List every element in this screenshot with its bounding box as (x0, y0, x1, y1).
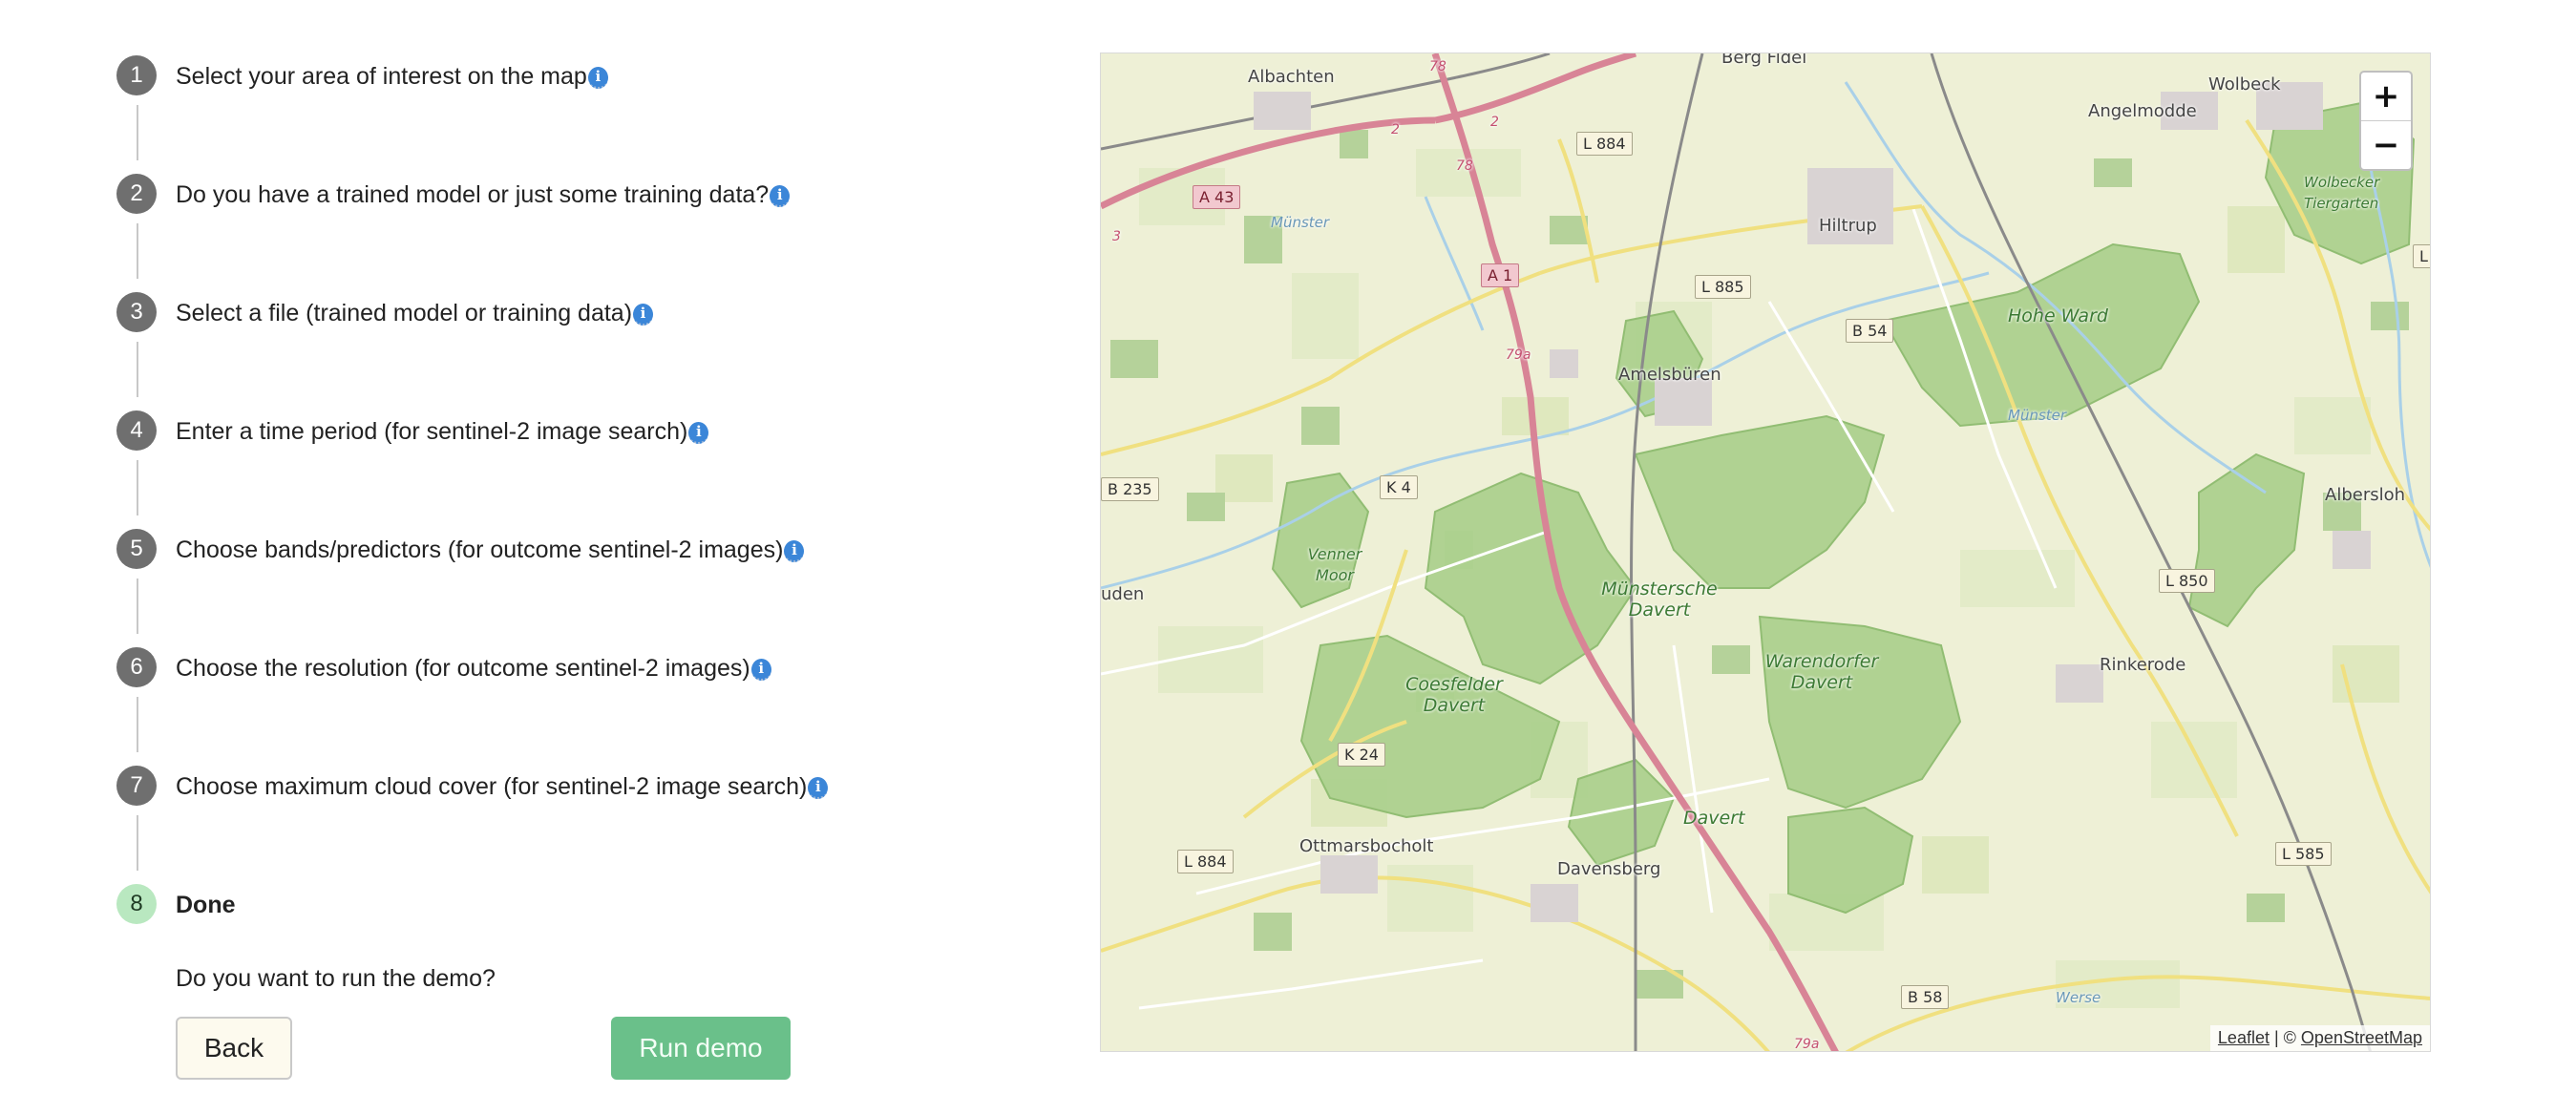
road-shield: L 885 (1695, 275, 1751, 299)
info-icon[interactable]: i (633, 304, 654, 326)
step-number: 4 (116, 410, 157, 451)
info-icon[interactable]: i (808, 777, 829, 799)
step-label: Done (176, 892, 236, 918)
junction-ref: 79a (1506, 347, 1531, 363)
map-forest-label: Davert (1683, 808, 1745, 829)
step-connector (137, 460, 138, 515)
junction-ref: 78 (1429, 59, 1446, 74)
map-place-label: Davensberg (1557, 859, 1661, 879)
junction-ref: 78 (1456, 158, 1473, 174)
info-icon[interactable]: i (688, 422, 709, 444)
map-forest-label: Hohe Ward (2008, 305, 2108, 326)
map[interactable]: Albachten Berg Fidel Wolbeck Angelmodde … (1100, 53, 2431, 1052)
step-number: 5 (116, 529, 157, 569)
map-forest-label: Münstersche Davert (1601, 579, 1718, 621)
step-number: 7 (116, 766, 157, 806)
road-shield: B 54 (1846, 319, 1894, 343)
zoom-out-button[interactable]: − (2361, 121, 2411, 169)
step-connector (137, 223, 138, 279)
step-number: 2 (116, 174, 157, 214)
map-tiles (1101, 53, 2430, 1051)
info-icon[interactable]: i (750, 659, 771, 681)
road-shield: L 850 (2159, 569, 2215, 593)
step-number: 1 (116, 55, 157, 95)
map-place-label: uden (1101, 584, 1145, 604)
junction-ref: 3 (1112, 229, 1121, 244)
road-shield: L 884 (1177, 850, 1234, 873)
map-forest-label: Warendorfer Davert (1764, 651, 1879, 693)
run-demo-button[interactable]: Run demo (611, 1017, 791, 1080)
info-icon[interactable]: i (784, 540, 805, 562)
road-shield: K 4 (1380, 475, 1418, 499)
map-place-label: Angelmodde (2088, 101, 2197, 121)
waterway-label: Werse (2056, 989, 2101, 1006)
map-forest-label: Coesfelder Davert (1405, 674, 1503, 716)
step-label: Select your area of interest on the map (176, 63, 587, 90)
map-place-label: Wolbeck (2208, 74, 2281, 95)
info-icon[interactable]: i (587, 67, 608, 89)
step-number: 8 (116, 884, 157, 924)
step-label: Choose the resolution (for outcome senti… (176, 655, 750, 682)
step-connector (137, 697, 138, 752)
map-attribution: Leaflet | © OpenStreetMap (2209, 1025, 2430, 1051)
road-shield: L 585 (2275, 842, 2332, 866)
road-shield: B 235 (1101, 477, 1159, 501)
step-label: Select a file (trained model or training… (176, 300, 633, 326)
map-place-label: Rinkerode (2100, 655, 2186, 675)
step-connector (137, 105, 138, 160)
step-label: Enter a time period (for sentinel-2 imag… (176, 418, 688, 445)
road-shield: L 5 (2413, 244, 2430, 268)
attribution-separator: | © (2269, 1028, 2301, 1047)
map-place-label: Ottmarsbocholt (1299, 836, 1434, 856)
junction-ref: 79a (1794, 1037, 1820, 1052)
back-button[interactable]: Back (176, 1017, 292, 1080)
map-place-label: Hiltrup (1819, 216, 1877, 236)
step-connector (137, 342, 138, 397)
openstreetmap-link[interactable]: OpenStreetMap (2301, 1028, 2422, 1047)
map-forest-label: Wolbecker Tiergarten (2304, 174, 2380, 212)
map-place-label: Albersloh (2325, 485, 2406, 505)
leaflet-link[interactable]: Leaflet (2218, 1028, 2270, 1047)
zoom-control: + − (2359, 71, 2413, 171)
zoom-in-button[interactable]: + (2361, 73, 2411, 121)
step-connector (137, 579, 138, 634)
run-demo-question: Do you want to run the demo? (176, 965, 496, 992)
map-forest-label: Venner Moor (1307, 545, 1362, 584)
road-shield: L 884 (1576, 132, 1633, 156)
step-label: Do you have a trained model or just some… (176, 181, 770, 208)
info-icon[interactable]: i (770, 185, 791, 207)
map-place-label: Berg Fidel (1721, 53, 1807, 68)
step-label: Choose bands/predictors (for outcome sen… (176, 536, 784, 563)
junction-ref: 2 (1490, 115, 1499, 130)
map-place-label: Amelsbüren (1618, 365, 1721, 385)
waterway-label: Münster (2008, 407, 2067, 424)
step-connector (137, 815, 138, 871)
junction-ref: 2 (1391, 122, 1400, 137)
road-shield: B 58 (1901, 985, 1950, 1009)
step-number: 3 (116, 292, 157, 332)
map-place-label: Albachten (1248, 67, 1335, 87)
road-shield: K 24 (1338, 743, 1385, 767)
waterway-label: Münster (1271, 214, 1330, 231)
road-shield: A 1 (1481, 263, 1520, 287)
road-shield: A 43 (1193, 185, 1241, 209)
step-label: Choose maximum cloud cover (for sentinel… (176, 773, 808, 800)
step-number: 6 (116, 647, 157, 687)
